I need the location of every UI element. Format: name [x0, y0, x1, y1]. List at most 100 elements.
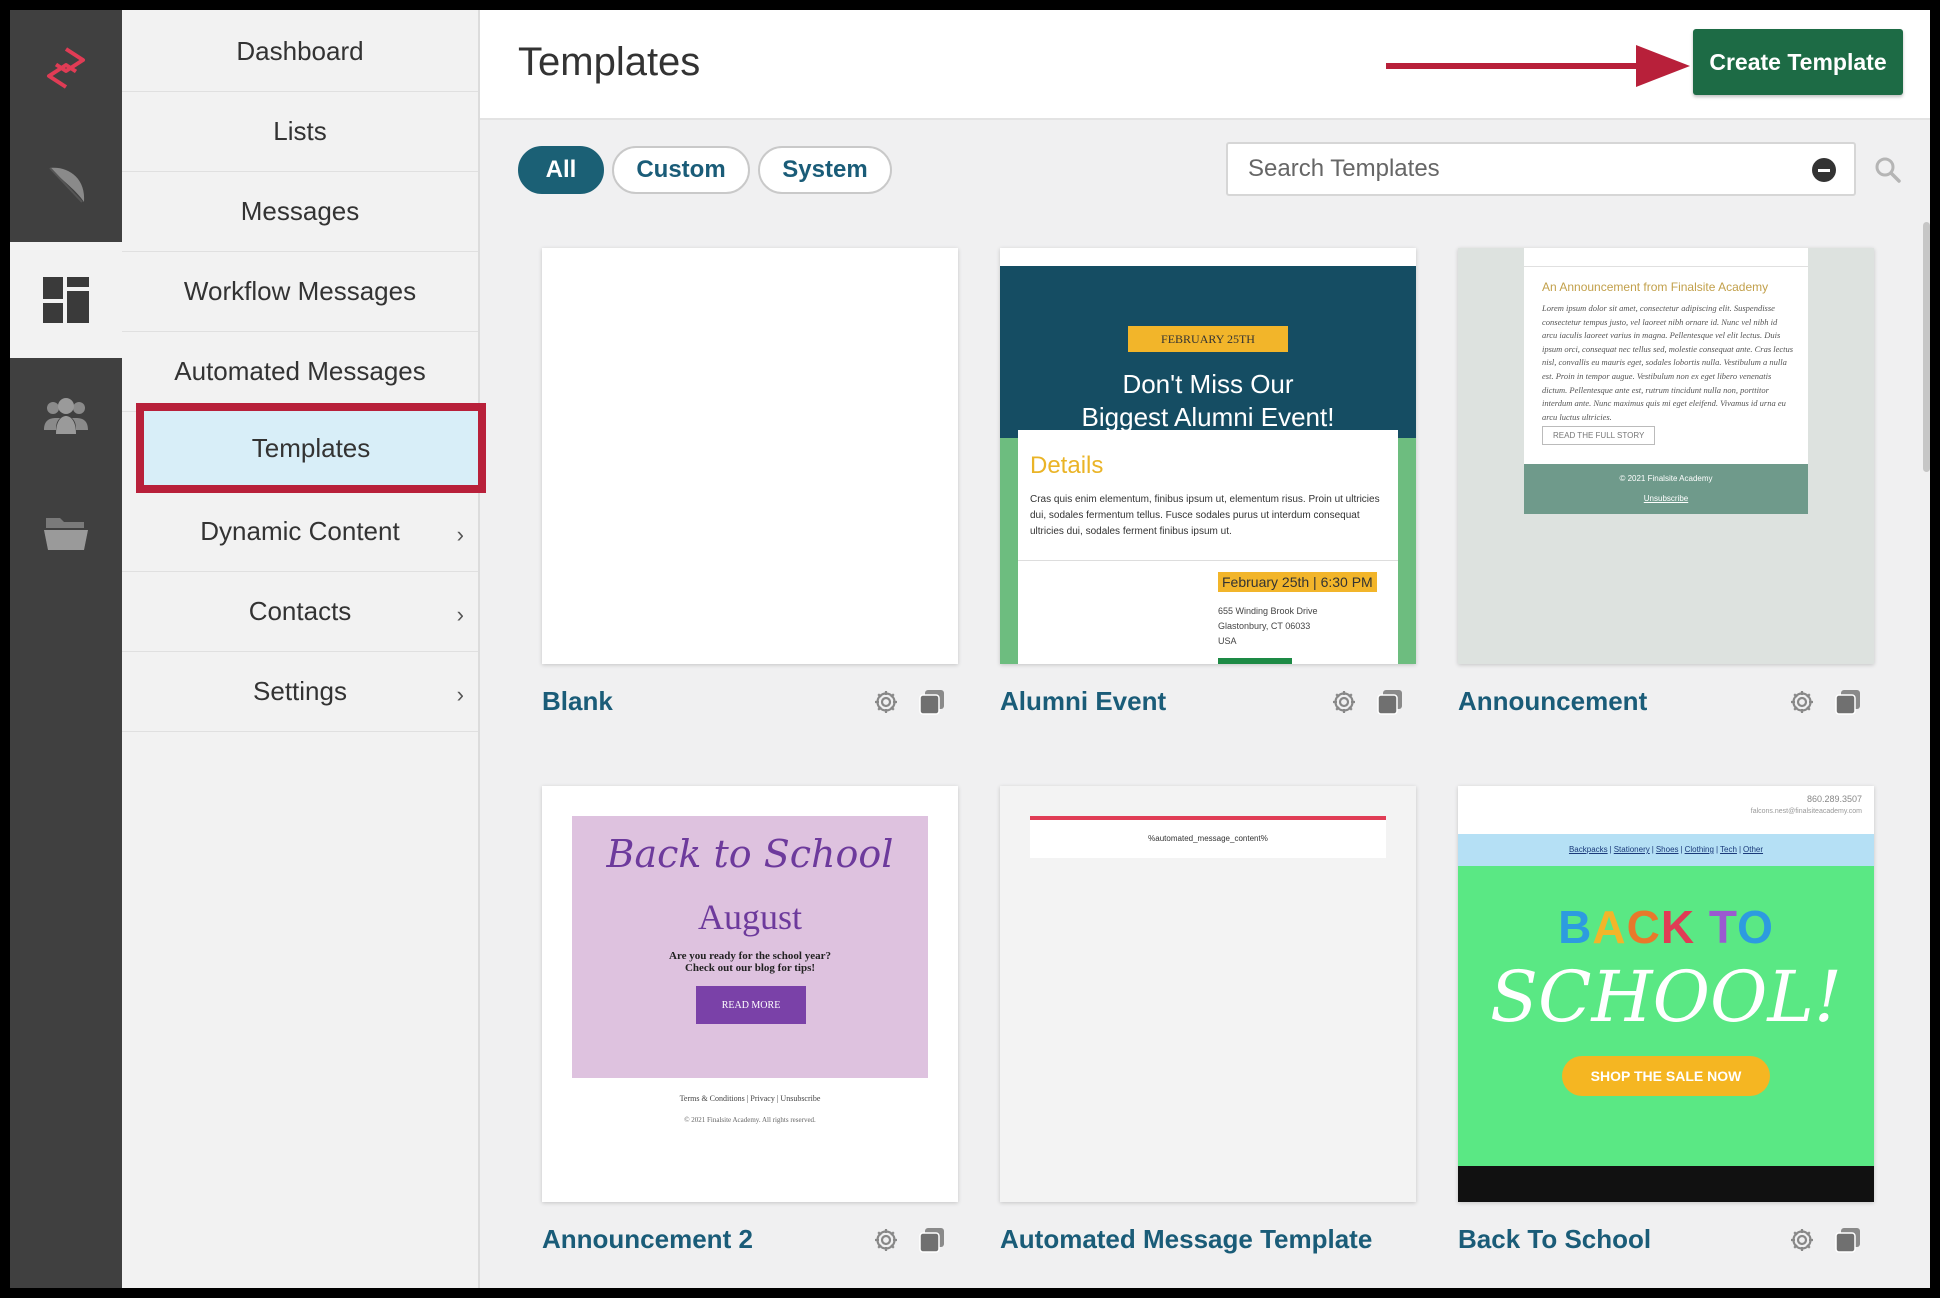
scrollbar[interactable] — [1923, 222, 1930, 472]
copy-icon[interactable] — [918, 688, 946, 716]
sidebar-item-lists[interactable]: Lists — [122, 92, 478, 172]
filter-tab-custom[interactable]: Custom — [612, 146, 750, 194]
preview-divider — [1524, 266, 1808, 267]
preview-details-heading: Details — [1030, 452, 1104, 479]
sidebar-item-messages[interactable]: Messages — [122, 172, 478, 252]
preview-body: Lorem ipsum dolor sit amet, consectetur … — [1542, 303, 1794, 422]
rail-item-contacts[interactable] — [10, 358, 122, 474]
app-window: Dashboard Lists Messages Workflow Messag… — [10, 10, 1930, 1288]
gear-icon[interactable] — [872, 688, 900, 716]
preview-nav: Backpacks | Stationery | Shoes | Clothing | Tech… — [1458, 834, 1874, 866]
template-thumbnail[interactable]: %automated_message_content% — [1000, 786, 1416, 1202]
copy-icon[interactable] — [918, 1226, 946, 1254]
search-input[interactable] — [1228, 144, 1788, 194]
filter-tab-system[interactable]: System — [758, 146, 892, 194]
preview-footer-links: Terms & Conditions | Privacy | Unsubscri… — [679, 1094, 821, 1103]
preview-date-badge: FEBRUARY 25TH — [1128, 326, 1288, 352]
preview-letter: K — [1660, 901, 1696, 953]
template-filter-tabs: All Custom System — [518, 146, 892, 194]
preview-letter — [1695, 901, 1709, 953]
sidebar-item-workflow-messages[interactable]: Workflow Messages — [122, 252, 478, 332]
preview-hero: Back to School August Are you ready for … — [572, 816, 928, 1078]
template-thumbnail[interactable]: An Announcement from Finalsite Academy L… — [1458, 248, 1874, 664]
template-thumbnail[interactable]: FEBRUARY 25TH Don't Miss Our Biggest Alu… — [1000, 248, 1416, 664]
icon-rail — [10, 10, 122, 1288]
template-name[interactable]: Blank — [542, 686, 613, 717]
template-thumbnail[interactable]: 860.289.3507 falcons.nest@finalsiteacade… — [1458, 786, 1874, 1202]
preview-letter: T — [1708, 901, 1738, 953]
feather-icon — [49, 167, 85, 203]
template-name[interactable]: Announcement 2 — [542, 1224, 753, 1255]
preview-button: READ THE FULL STORY — [1542, 426, 1656, 445]
gear-icon[interactable] — [1788, 1226, 1816, 1254]
preview-phone: 860.289.3507 — [1806, 794, 1862, 804]
template-thumbnail[interactable] — [542, 248, 958, 664]
clear-search-icon[interactable] — [1812, 158, 1836, 182]
preview-footer — [1458, 1166, 1874, 1202]
rail-item-home[interactable] — [10, 10, 122, 126]
dashboard-grid-icon — [43, 277, 89, 323]
preview-button — [1218, 658, 1292, 664]
preview-content-block: %automated_message_content% — [1030, 816, 1386, 858]
sidebar-item-contacts[interactable]: Contacts › — [122, 572, 478, 652]
preview-details-panel: Details Cras quis enim elementum, finibu… — [1018, 430, 1398, 664]
search-icon[interactable] — [1874, 156, 1902, 184]
filter-tab-all[interactable]: All — [518, 146, 604, 194]
template-name[interactable]: Alumni Event — [1000, 686, 1166, 717]
template-thumbnail[interactable]: Back to School August Are you ready for … — [542, 786, 958, 1202]
sidebar-item-dashboard[interactable]: Dashboard — [122, 12, 478, 92]
preview-title: Don't Miss Our Biggest Alumni Event! — [1081, 369, 1335, 432]
sidebar-item-automated-messages[interactable]: Automated Messages — [122, 332, 478, 412]
chevron-right-icon: › — [456, 682, 464, 707]
preview-copyright: © 2021 Finalsite Academy. All rights res… — [684, 1116, 816, 1124]
finalsite-logo-icon — [47, 47, 85, 89]
users-icon — [44, 398, 88, 434]
copy-icon[interactable] — [1376, 688, 1404, 716]
preview-address: 655 Winding Brook Drive Glastonbury, CT … — [1218, 606, 1318, 646]
sidebar-item-templates-highlight: Templates — [144, 411, 478, 485]
template-name[interactable]: Announcement — [1458, 686, 1647, 717]
preview-back-to-text: BACK TO — [1458, 900, 1874, 954]
preview-email: falcons.nest@finalsiteacademy.com — [1750, 808, 1862, 815]
sidebar-item-dynamic-content[interactable]: Dynamic Content › — [122, 492, 478, 572]
preview-letter: C — [1626, 901, 1661, 953]
preview-footer: © 2021 Finalsite Academy Unsubscribe — [1524, 464, 1808, 514]
preview-letter: A — [1592, 901, 1627, 953]
folder-icon — [44, 518, 88, 550]
preview-question: Are you ready for the school year? Check… — [669, 950, 831, 974]
preview-letter: O — [1737, 901, 1774, 953]
page-header: Templates Create Template — [480, 10, 1930, 120]
preview-details-text: Cras quis enim elementum, finibus ipsum … — [1030, 494, 1380, 537]
copy-icon[interactable] — [1834, 1226, 1862, 1254]
sidebar-item-templates[interactable]: Templates — [136, 403, 486, 493]
preview-school-text: SCHOOL! — [1490, 956, 1842, 1038]
chevron-right-icon: › — [456, 522, 464, 547]
template-name[interactable]: Automated Message Template — [1000, 1224, 1372, 1255]
preview-article: An Announcement from Finalsite Academy L… — [1524, 248, 1808, 464]
chevron-right-icon: › — [456, 602, 464, 627]
rail-item-dashboard[interactable] — [10, 242, 122, 358]
preview-button: SHOP THE SALE NOW — [1562, 1056, 1770, 1096]
preview-header-band: FEBRUARY 25TH Don't Miss Our Biggest Alu… — [1000, 266, 1416, 438]
gear-icon[interactable] — [1788, 688, 1816, 716]
preview-heading: An Announcement from Finalsite Academy — [1542, 280, 1769, 294]
preview-divider — [1018, 560, 1398, 561]
preview-month: August — [697, 897, 802, 937]
sidebar-item-settings[interactable]: Settings › — [122, 652, 478, 732]
preview-hero: BACK TO SCHOOL! SHOP THE SALE NOW — [1458, 866, 1874, 1166]
create-template-button[interactable]: Create Template — [1693, 29, 1903, 95]
rail-item-files[interactable] — [10, 474, 122, 590]
gear-icon[interactable] — [1330, 688, 1358, 716]
rail-item-compose[interactable] — [10, 126, 122, 242]
preview-button: READ MORE — [696, 986, 806, 1024]
copy-icon[interactable] — [1834, 688, 1862, 716]
preview-script-title: Back to School — [606, 832, 894, 876]
preview-letter: B — [1558, 901, 1593, 953]
annotation-arrow-icon — [1386, 45, 1690, 87]
preview-placeholder: %automated_message_content% — [1148, 834, 1268, 843]
search-box — [1226, 142, 1856, 196]
template-name[interactable]: Back To School — [1458, 1224, 1651, 1255]
preview-event-date: February 25th | 6:30 PM — [1218, 572, 1377, 592]
gear-icon[interactable] — [872, 1226, 900, 1254]
main-content: Templates Create Template All Custom Sys… — [480, 10, 1930, 1288]
